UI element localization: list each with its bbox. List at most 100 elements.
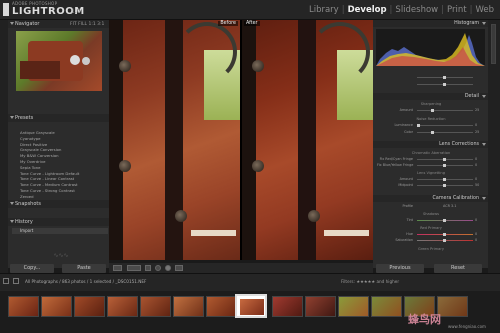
navigator-preview[interactable]	[16, 31, 102, 91]
red-saturation-slider[interactable]: Saturation 0	[377, 238, 485, 243]
filmstrip-thumbnail[interactable]	[8, 296, 39, 317]
presets-header[interactable]: Presets	[8, 114, 109, 122]
grid-view-icon[interactable]	[3, 278, 9, 284]
filmstrip-source-info[interactable]: All Photographs / 863 photos / 1 selecte…	[25, 279, 146, 284]
slider-knob[interactable]	[443, 76, 446, 79]
copy-settings-button[interactable]: Copy...	[10, 264, 54, 273]
profile-value[interactable]: ACR 3.1	[443, 204, 456, 209]
filmstrip-thumbnail[interactable]	[41, 296, 72, 317]
slider-label: Amount	[399, 108, 413, 112]
before-after-view-icon[interactable]	[127, 265, 141, 271]
vignette-amount-slider[interactable]: Amount 0	[377, 177, 485, 182]
rating-stars-icon[interactable]: ★★★★★	[356, 279, 375, 284]
truck-grille-shadow	[242, 20, 256, 260]
vibrance-slider[interactable]	[377, 75, 485, 80]
module-web[interactable]: Web	[473, 5, 496, 15]
reset-button[interactable]: Reset	[434, 264, 482, 273]
slider-label: Saturation	[395, 238, 413, 242]
slider-knob[interactable]	[417, 124, 420, 127]
vignette-midpoint-slider[interactable]: Midpoint 50	[377, 183, 485, 188]
module-print[interactable]: Print	[445, 5, 469, 15]
calibration-profile-select[interactable]: Profile ACR 3.1	[377, 204, 485, 209]
loupe-view-icon[interactable]	[113, 265, 122, 271]
filmstrip-thumbnail-selected[interactable]	[235, 294, 267, 318]
slider-knob[interactable]	[443, 219, 446, 222]
slider-knob[interactable]	[443, 178, 446, 181]
red-cyan-fringe-slider[interactable]: Fix Red/Cyan Fringe 0	[377, 157, 485, 162]
slider-knob[interactable]	[443, 83, 446, 86]
slider-knob[interactable]	[443, 158, 446, 161]
collapse-triangle-icon	[482, 95, 486, 98]
presets-title: Presets	[15, 115, 34, 121]
collapse-triangle-icon	[482, 143, 486, 146]
watermark-logo: 蜂鸟网	[408, 313, 441, 326]
lens-corrections-header[interactable]: Lens Corrections	[373, 141, 488, 148]
white-balance-picker-icon[interactable]	[145, 265, 151, 271]
camera-calibration-header[interactable]: Camera Calibration	[373, 195, 488, 202]
spot-removal-icon[interactable]	[165, 265, 171, 271]
bolt-shape	[175, 210, 187, 222]
after-image[interactable]: After	[242, 20, 373, 260]
slider-label: Amount	[399, 177, 413, 181]
sharpening-amount-slider[interactable]: Amount 25	[377, 108, 485, 113]
module-develop[interactable]: Develop	[346, 5, 389, 15]
history-header[interactable]: History	[8, 218, 109, 226]
slider-knob[interactable]	[431, 131, 434, 134]
navigator-title: Navigator	[15, 21, 40, 27]
filmstrip-thumbnail[interactable]	[305, 296, 336, 317]
filmstrip-thumbnail[interactable]	[107, 296, 138, 317]
slider-value: 0	[475, 123, 478, 127]
filmstrip-thumbnail[interactable]	[206, 296, 237, 317]
red-eye-icon[interactable]	[175, 265, 183, 271]
preset-item[interactable]: Zeroed	[12, 194, 108, 200]
before-after-view[interactable]: Before After	[109, 20, 373, 260]
crop-tool-icon[interactable]	[155, 265, 161, 271]
snapshots-header[interactable]: Snapshots	[8, 200, 109, 208]
slider-knob[interactable]	[443, 184, 446, 187]
before-image[interactable]: Before	[109, 20, 240, 260]
luminance-slider[interactable]: Luminance 0	[377, 123, 485, 128]
shadows-label: Shadows	[422, 212, 440, 216]
navigator-header[interactable]: Navigator FIT FILL 1:1 3:1	[8, 20, 109, 28]
paste-settings-button[interactable]: Paste	[62, 264, 106, 273]
detail-header[interactable]: Detail	[373, 93, 488, 100]
filmstrip-thumbnail[interactable]	[173, 296, 204, 317]
filmstrip-thumbnail[interactable]	[437, 296, 468, 317]
module-slideshow[interactable]: Slideshow	[393, 5, 440, 15]
slider-knob[interactable]	[443, 239, 446, 242]
slider-value: 25	[475, 108, 480, 112]
saturation-slider[interactable]	[377, 82, 485, 87]
preview-headlamp	[70, 55, 80, 65]
red-hue-slider[interactable]: Hue 0	[377, 232, 485, 237]
collapse-triangle-icon	[482, 197, 486, 200]
histogram-header[interactable]: Histogram	[373, 20, 488, 27]
filmstrip-thumbnail[interactable]	[371, 296, 402, 317]
filmstrip-thumbnail[interactable]	[338, 296, 369, 317]
histogram-graph	[376, 29, 485, 66]
slider-label: Color	[404, 130, 413, 134]
preview-headlamp	[82, 57, 90, 65]
slider-knob[interactable]	[443, 164, 446, 167]
blue-yellow-fringe-slider[interactable]: Fix Blue/Yellow Fringe 0	[377, 163, 485, 168]
noise-reduction-label: Noise Reduction	[416, 117, 446, 121]
slider-knob[interactable]	[443, 233, 446, 236]
filmstrip-thumbnail[interactable]	[74, 296, 105, 317]
color-noise-slider[interactable]: Color 25	[377, 130, 485, 135]
slider-label: Tint	[406, 218, 413, 222]
right-panel-scrollbar[interactable]	[488, 20, 500, 273]
scrollbar-thumb[interactable]	[491, 24, 496, 64]
slider-track	[417, 110, 473, 111]
filmstrip-thumbnail[interactable]	[272, 296, 303, 317]
slider-knob[interactable]	[431, 109, 434, 112]
lens-corrections-title: Lens Corrections	[439, 142, 479, 147]
shadows-tint-slider[interactable]: Tint 0	[377, 218, 485, 223]
second-window-icon[interactable]	[13, 278, 19, 284]
navigator-zoom-options[interactable]: FIT FILL 1:1 3:1	[70, 21, 104, 29]
hose-shape	[177, 22, 237, 82]
module-library[interactable]: Library	[307, 5, 341, 15]
previous-button[interactable]: Previous	[376, 264, 424, 273]
filmstrip-thumbnail[interactable]	[140, 296, 171, 317]
snapshot-item[interactable]: Import	[12, 228, 108, 234]
slider-value: 25	[475, 130, 480, 134]
detail-title: Detail	[464, 94, 479, 99]
